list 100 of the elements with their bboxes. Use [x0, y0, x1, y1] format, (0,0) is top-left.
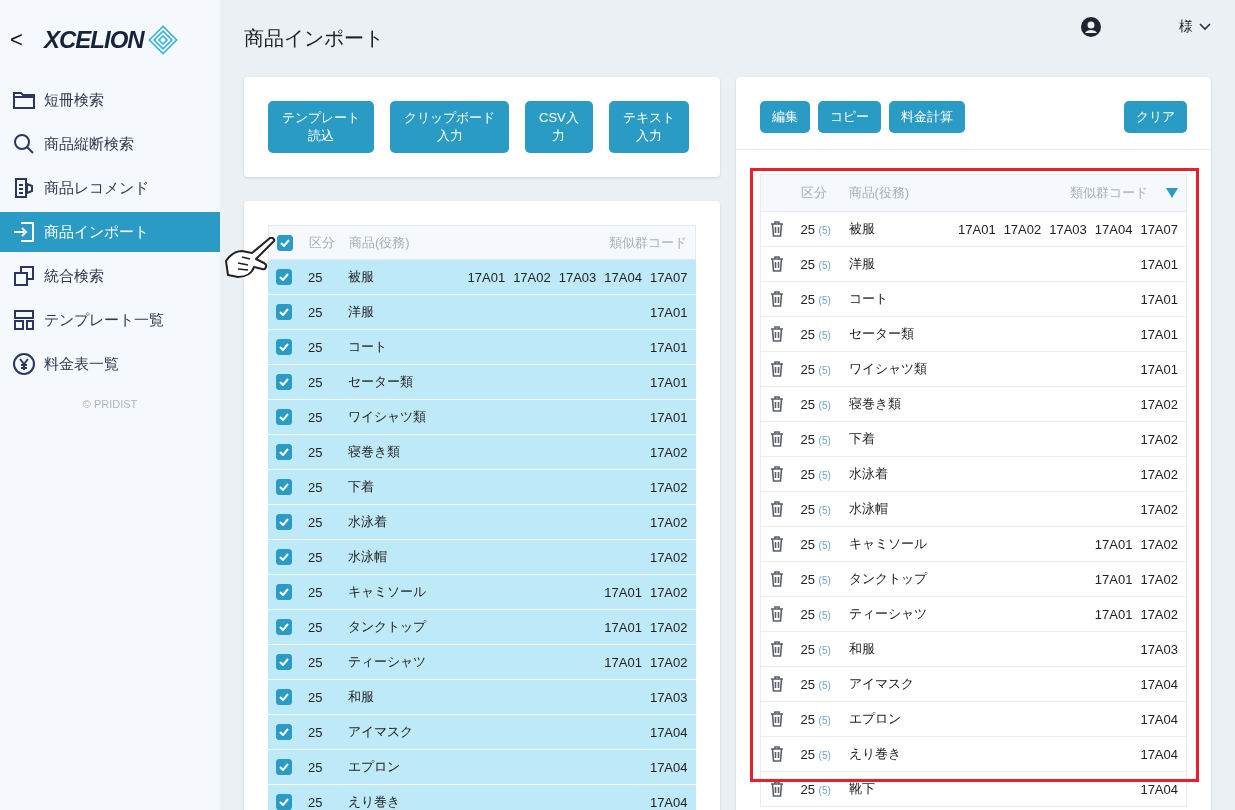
table-cell: 25: [800, 536, 815, 552]
back-button[interactable]: <: [10, 27, 44, 53]
table-row[interactable]: 25 タンクトップ 17A01 17A02: [268, 610, 696, 645]
count-text: (5): [818, 399, 831, 411]
table-row[interactable]: 25 ワイシャツ類 17A01: [268, 400, 696, 435]
table-row[interactable]: 25 アイマスク 17A04: [268, 715, 696, 750]
nav-item[interactable]: 料金表一覧: [0, 344, 220, 384]
row-checkbox[interactable]: [276, 759, 292, 775]
trash-icon[interactable]: [768, 466, 785, 482]
check-icon: [280, 238, 290, 247]
table-cell: 17A01: [649, 374, 688, 390]
table-row[interactable]: 25 寝巻き類 17A02: [268, 435, 696, 470]
table-row[interactable]: 25 コート 17A01: [268, 330, 696, 365]
table-cell-text: エプロン: [848, 710, 902, 728]
table-cell: 17A01: [604, 619, 642, 635]
nav-item[interactable]: 統合検索: [0, 256, 220, 296]
check-icon: [279, 308, 289, 316]
column-header: 区分: [800, 184, 828, 202]
table-cell-text: 25: [308, 654, 324, 670]
trash-icon[interactable]: [768, 361, 785, 377]
table-cell: 25: [800, 256, 815, 272]
trash-icon[interactable]: [768, 256, 785, 272]
table-cell-text: 25: [308, 269, 324, 285]
trash-icon[interactable]: [768, 676, 785, 692]
table-cell-text: セーター類: [848, 325, 915, 343]
trash-icon[interactable]: [768, 431, 785, 447]
nav-item[interactable]: テンプレート一覧: [0, 300, 220, 340]
sort-down-icon[interactable]: [1166, 188, 1178, 198]
row-checkbox[interactable]: [276, 514, 292, 530]
row-checkbox[interactable]: [276, 724, 292, 740]
row-checkbox[interactable]: [276, 549, 292, 565]
table-row[interactable]: 25 水泳着 17A02: [268, 505, 696, 540]
yen-icon: [12, 352, 36, 376]
table-row[interactable]: 25 セーター類 17A01: [268, 365, 696, 400]
nav-item[interactable]: 短冊検索: [0, 80, 220, 120]
trash-icon[interactable]: [768, 781, 785, 797]
trash-icon[interactable]: [768, 641, 785, 657]
user-avatar-icon[interactable]: [1081, 17, 1101, 37]
table-cell: 17A03: [1049, 221, 1087, 237]
row-checkbox[interactable]: [276, 339, 292, 355]
row-checkbox[interactable]: [276, 374, 292, 390]
nav-item[interactable]: 商品縦断検索: [0, 124, 220, 164]
row-checkbox[interactable]: [276, 794, 292, 810]
row-checkbox[interactable]: [276, 304, 292, 320]
table-row[interactable]: 25 えり巻き 17A04: [268, 785, 696, 810]
page-title: 商品インポート: [244, 26, 384, 51]
table-cell: 17A04: [649, 794, 688, 810]
table-cell: 17A04: [1140, 746, 1178, 762]
row-checkbox[interactable]: [276, 444, 292, 460]
row-checkbox[interactable]: [276, 619, 292, 635]
chevron-down-icon[interactable]: [1199, 23, 1211, 31]
table-cell-text: 25: [308, 374, 324, 390]
table-cell: 25: [800, 676, 815, 692]
table-cell: 25: [800, 221, 815, 237]
trash-icon[interactable]: [768, 396, 785, 412]
row-checkbox[interactable]: [276, 409, 292, 425]
logo-text: XCELION: [44, 26, 144, 54]
trash-icon[interactable]: [768, 221, 785, 237]
table-cell: 25: [800, 361, 815, 377]
check-icon: [279, 693, 289, 701]
select-all-checkbox[interactable]: [277, 234, 293, 251]
trash-icon[interactable]: [768, 291, 785, 307]
table-cell: 17A03: [649, 689, 688, 705]
trash-icon[interactable]: [768, 711, 785, 727]
trash-icon[interactable]: [768, 536, 785, 552]
table-cell: 17A07: [649, 269, 688, 285]
row-checkbox[interactable]: [276, 584, 292, 600]
check-icon: [279, 273, 289, 281]
table-cell-text: 25: [308, 724, 324, 740]
table-cell: 25: [800, 431, 815, 447]
table-row[interactable]: 25 和服 17A03: [268, 680, 696, 715]
count-text: (5): [818, 539, 831, 551]
table-row[interactable]: 25 下着 17A02: [268, 470, 696, 505]
trash-icon[interactable]: [768, 606, 785, 622]
row-checkbox[interactable]: [276, 654, 292, 670]
check-icon: [279, 553, 289, 561]
table-cell: 25: [800, 501, 815, 517]
row-checkbox[interactable]: [276, 479, 292, 495]
table-row[interactable]: 25 ティーシャツ 17A01 17A02: [268, 645, 696, 680]
trash-icon[interactable]: [768, 571, 785, 587]
count-text: (5): [818, 259, 831, 271]
table-cell: 17A02: [1140, 501, 1178, 517]
table-cell: 17A02: [1140, 536, 1178, 552]
row-checkbox[interactable]: [276, 689, 292, 705]
check-icon: [279, 798, 289, 806]
table-cell: 17A01: [1094, 536, 1133, 552]
user-menu[interactable]: 様: [1179, 18, 1193, 36]
table-cell-text: えり巻き: [848, 745, 902, 763]
table-row[interactable]: 25 被服 17A01 17A02 17A03 17A04 17A07: [268, 260, 696, 295]
table-row[interactable]: 25 水泳帽 17A02: [268, 540, 696, 575]
trash-icon[interactable]: [768, 501, 785, 517]
table-cell-text: コート: [348, 338, 388, 356]
table-row[interactable]: 25 洋服 17A01: [268, 295, 696, 330]
table-row[interactable]: 25 キャミソール 17A01 17A02: [268, 575, 696, 610]
trash-icon[interactable]: [768, 326, 785, 342]
row-checkbox[interactable]: [276, 269, 292, 285]
table-row[interactable]: 25 エプロン 17A04: [268, 750, 696, 785]
trash-icon[interactable]: [768, 746, 785, 762]
count-text: (5): [818, 574, 831, 586]
nav-item[interactable]: 商品レコメンド: [0, 168, 220, 208]
